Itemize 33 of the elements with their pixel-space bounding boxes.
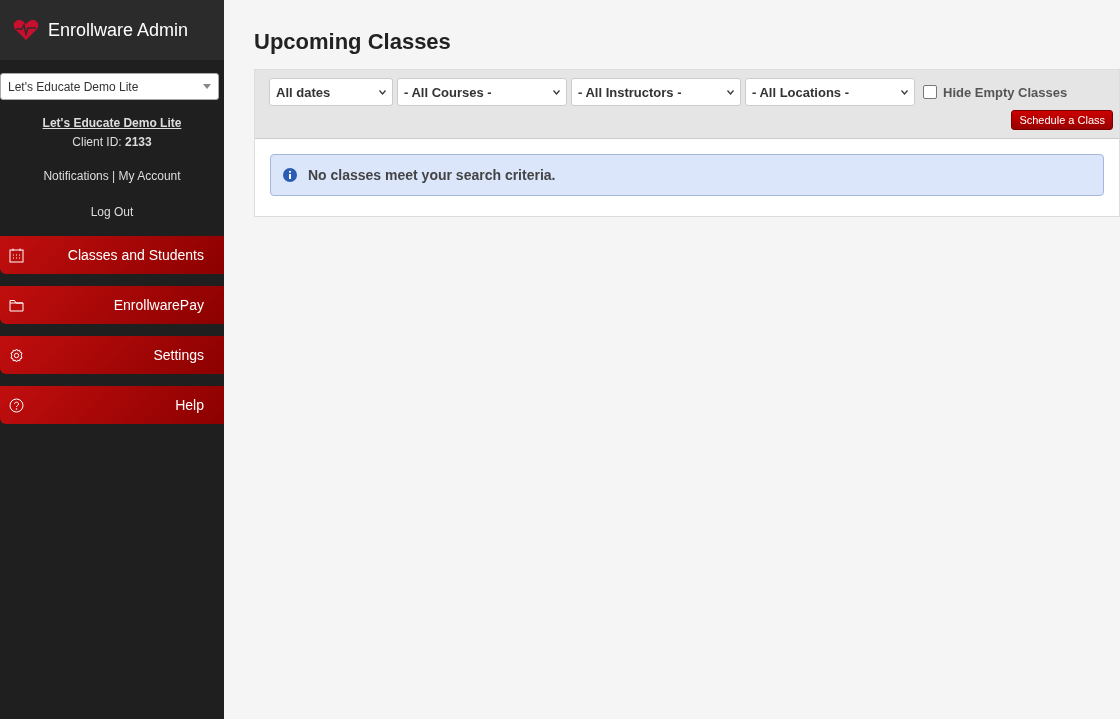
folder-icon xyxy=(9,298,24,312)
filter-dropdown[interactable]: - All Locations - xyxy=(745,78,915,106)
separator: | xyxy=(112,169,116,183)
alert-message: No classes meet your search criteria. xyxy=(308,167,556,183)
calendar-icon xyxy=(9,247,24,263)
checkbox[interactable] xyxy=(923,85,937,99)
client-id-label: Client ID: xyxy=(72,135,122,149)
schedule-class-button[interactable]: Schedule a Class xyxy=(1011,110,1113,130)
chevron-icon xyxy=(553,89,560,95)
gear-icon xyxy=(9,347,24,363)
filter-dropdown[interactable]: - All Instructors - xyxy=(571,78,741,106)
client-id-value: 2133 xyxy=(125,135,152,149)
nav-item[interactable]: Help xyxy=(0,386,224,424)
nav-item[interactable]: Classes and Students xyxy=(0,236,224,274)
account-dropdown[interactable]: Let's Educate Demo Lite xyxy=(0,73,219,100)
filter-dropdown[interactable]: All dates xyxy=(269,78,393,106)
logout-link[interactable]: Log Out xyxy=(90,205,134,219)
caret-icon xyxy=(203,84,211,89)
filter-dropdown[interactable]: - All Courses - xyxy=(397,78,567,106)
account-link[interactable]: Notifications xyxy=(43,169,109,183)
checkbox-label: Hide Empty Classes xyxy=(943,84,1068,100)
info-icon xyxy=(283,168,297,182)
chevron-icon xyxy=(379,89,386,95)
account-name-link[interactable]: Let's Educate Demo Lite xyxy=(42,116,182,130)
account-link[interactable]: My Account xyxy=(118,169,181,183)
chevron-icon xyxy=(901,89,908,95)
app-title: Enrollware Admin xyxy=(48,19,189,41)
help-icon xyxy=(9,397,24,413)
chevron-icon xyxy=(727,89,734,95)
heart-pulse-icon xyxy=(13,19,39,41)
nav-item[interactable]: Settings xyxy=(0,336,224,374)
page-title: Upcoming Classes xyxy=(254,29,452,55)
nav-item[interactable]: EnrollwarePay xyxy=(0,286,224,324)
